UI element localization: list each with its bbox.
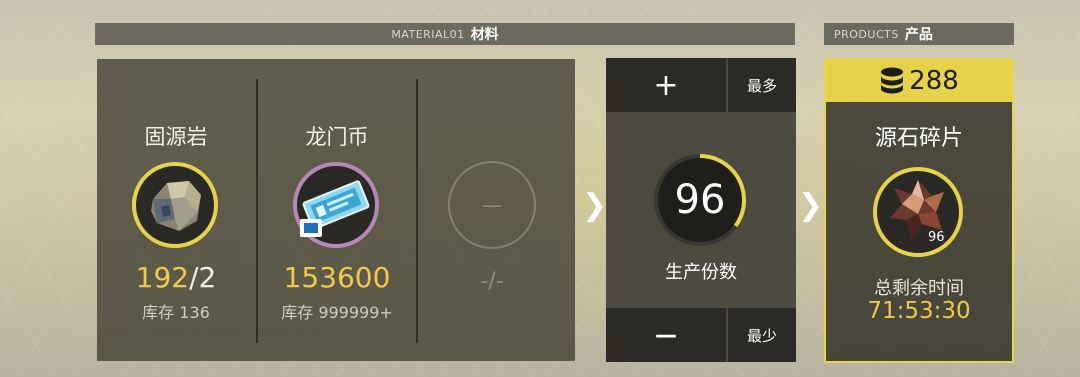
material-slot-empty: — -/- xyxy=(418,59,576,361)
product-count: 288 xyxy=(909,66,959,96)
max-button[interactable]: 最多 xyxy=(728,58,796,112)
plus-icon: + xyxy=(653,67,679,103)
material-slot-rock[interactable]: 固源岩 192/2 库存 136 xyxy=(97,59,255,361)
stock-label: 库存 xyxy=(142,303,175,322)
stock-value: 136 xyxy=(179,303,210,322)
quantity-label: 生产份数 xyxy=(665,262,737,283)
quantity-value: 96 xyxy=(674,177,726,223)
stock-value: 999999+ xyxy=(318,303,393,322)
product-badge: 96 xyxy=(928,230,945,245)
decrease-button[interactable]: — xyxy=(606,308,726,362)
increase-button[interactable]: + xyxy=(606,58,726,112)
min-button[interactable]: 最少 xyxy=(728,308,796,362)
amount-sep: / xyxy=(189,261,199,294)
products-header-cn: 产品 xyxy=(904,27,933,43)
material-name: 固源岩 xyxy=(144,125,208,149)
empty-slot-dash: — xyxy=(482,193,502,217)
materials-header-en: MATERIAL01 xyxy=(391,27,465,41)
minus-icon: — xyxy=(655,322,677,348)
material-slot-lmd[interactable]: 龙门币 153600 库存 999999+ xyxy=(258,59,416,361)
material-amount: 153600 xyxy=(258,261,416,294)
product-count-bar: 288 xyxy=(826,60,1012,102)
material-amount: 192/2 xyxy=(97,261,255,294)
product-name: 源石碎片 xyxy=(874,126,963,151)
quantity-panel: + 最多 96 生产份数 — 最少 xyxy=(606,58,796,362)
chevron-right-icon: ❯ xyxy=(582,188,608,223)
material-stock: 库存 999999+ xyxy=(258,299,416,323)
rock-icon[interactable] xyxy=(131,161,219,249)
time-remaining-label: 总剩余时间 xyxy=(874,278,964,299)
max-label: 最多 xyxy=(746,76,777,95)
amount-need: 2 xyxy=(198,261,217,294)
materials-header-cn: 材料 xyxy=(470,27,499,43)
materials-header: MATERIAL01 材料 xyxy=(95,23,795,45)
chevron-right-icon: ❯ xyxy=(798,188,824,223)
products-header: PRODUCTS 产品 xyxy=(824,23,1014,45)
materials-panel: 固源岩 192/2 库存 136 龙门币 153600 库存 999999+ —… xyxy=(97,59,575,361)
amount-have: 153600 xyxy=(283,261,391,294)
amount-have: 192 xyxy=(135,261,190,294)
originium-shard-icon[interactable] xyxy=(872,166,964,258)
quantity-ring: 96 xyxy=(652,152,748,248)
empty-slot-circle: — xyxy=(448,161,536,249)
material-name: 龙门币 xyxy=(305,125,369,149)
material-stock: 库存 136 xyxy=(97,299,255,323)
stock-label: 库存 xyxy=(281,303,314,322)
time-remaining-value: 71:53:30 xyxy=(867,298,971,324)
lmd-ticket-icon[interactable] xyxy=(292,161,380,249)
product-panel: 288 源石碎片 96 总剩余时间 71:53:30 xyxy=(824,58,1014,363)
products-header-en: PRODUCTS xyxy=(834,27,899,41)
empty-slot-amount: -/- xyxy=(480,269,504,294)
stack-icon xyxy=(881,67,904,94)
min-label: 最少 xyxy=(746,326,777,345)
